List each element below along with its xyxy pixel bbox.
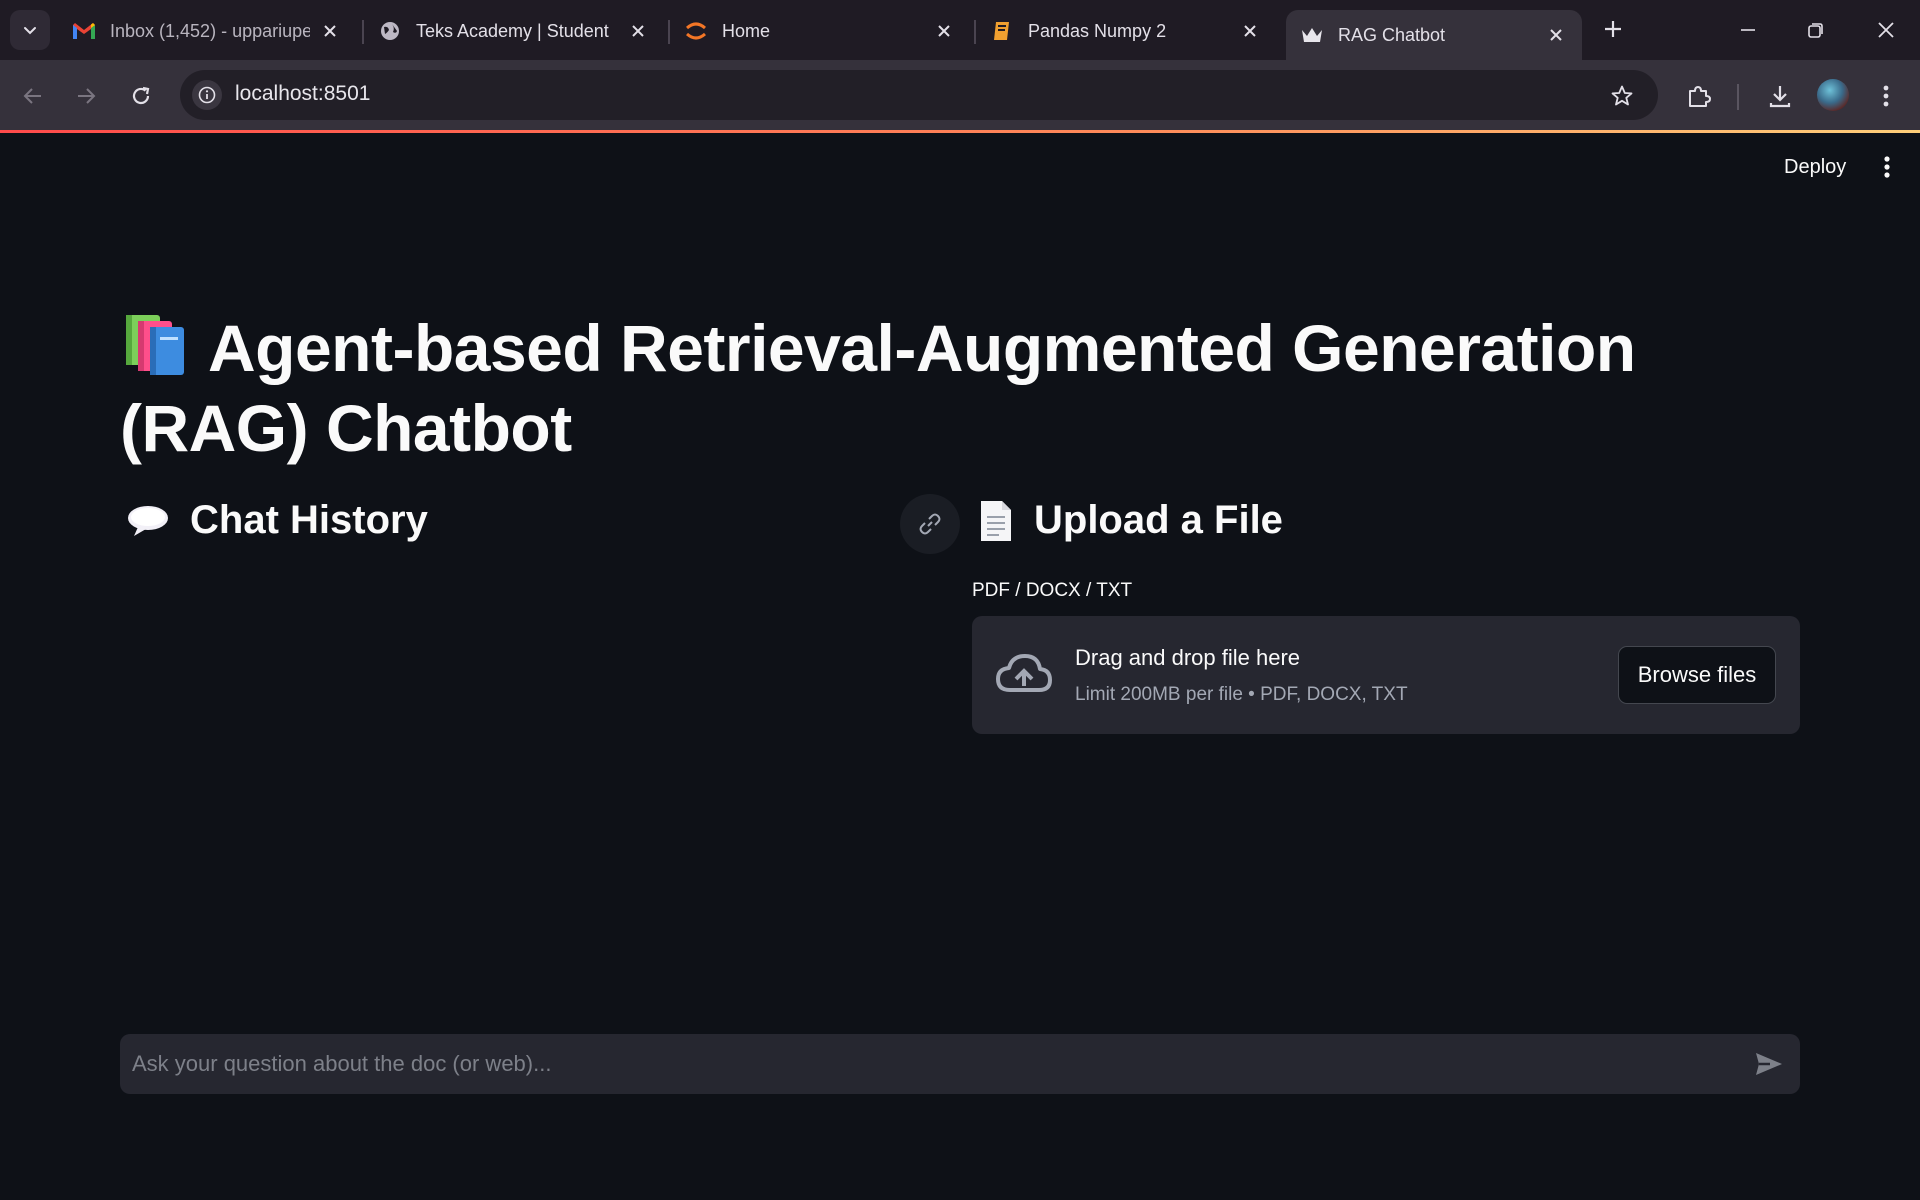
arrow-left-icon xyxy=(23,88,41,104)
restore-icon xyxy=(1808,23,1823,38)
dropzone-limit-text: Limit 200MB per file • PDF, DOCX, TXT xyxy=(1075,684,1408,705)
download-icon[interactable] xyxy=(1760,76,1800,116)
close-icon[interactable] xyxy=(1238,19,1262,43)
books-icon xyxy=(120,313,190,377)
close-icon[interactable] xyxy=(626,19,650,43)
tab-title: Inbox (1,452) - uppariupe xyxy=(110,20,310,41)
close-icon[interactable] xyxy=(318,19,342,43)
tab-gmail[interactable]: Inbox (1,452) - uppariupe xyxy=(58,10,356,52)
close-window-button[interactable] xyxy=(1866,14,1906,46)
close-icon[interactable] xyxy=(932,19,956,43)
plus-icon xyxy=(1605,21,1621,37)
upload-heading-text: Upload a File xyxy=(1034,498,1283,542)
cloud-upload-icon xyxy=(994,648,1054,702)
gmail-icon xyxy=(72,19,96,43)
chat-input-container xyxy=(120,1034,1800,1094)
browse-files-button[interactable]: Browse files xyxy=(1618,646,1776,704)
tab-teks-academy[interactable]: Teks Academy | Student xyxy=(364,10,664,52)
tab-pandas-numpy[interactable]: Pandas Numpy 2 xyxy=(976,10,1276,52)
minimize-button[interactable] xyxy=(1728,14,1768,46)
send-button[interactable] xyxy=(1752,1047,1786,1081)
tab-title: Teks Academy | Student xyxy=(416,20,609,41)
upload-heading: Upload a File xyxy=(978,498,1283,543)
chevron-down-icon xyxy=(24,27,36,35)
page-title: Agent-based Retrieval-Augmented Generati… xyxy=(120,308,1820,468)
bookmark-star-icon[interactable] xyxy=(1606,80,1638,112)
new-tab-button[interactable] xyxy=(1598,14,1628,44)
profile-avatar[interactable] xyxy=(1817,79,1849,111)
document-icon xyxy=(978,499,1014,543)
site-info-icon[interactable] xyxy=(192,80,222,110)
tab-title: Pandas Numpy 2 xyxy=(1028,20,1167,41)
extensions-icon[interactable] xyxy=(1679,76,1719,116)
book-icon xyxy=(990,19,1014,43)
address-bar[interactable] xyxy=(180,70,1658,120)
send-icon xyxy=(1756,1053,1782,1075)
browser-tab-strip: Inbox (1,452) - uppariupe Teks Academy |… xyxy=(0,0,1920,60)
dropzone-instructions: Drag and drop file here xyxy=(1075,645,1301,670)
streamlit-crown-icon xyxy=(1300,23,1324,47)
reload-button[interactable] xyxy=(121,76,161,116)
tab-rag-chatbot[interactable]: RAG Chatbot xyxy=(1286,10,1582,60)
arrow-right-icon xyxy=(78,88,96,104)
globe-icon xyxy=(378,19,402,43)
restore-button[interactable] xyxy=(1796,14,1836,46)
url-text[interactable]: localhost:8501 xyxy=(235,82,370,106)
back-button[interactable] xyxy=(13,76,53,116)
tab-title: RAG Chatbot xyxy=(1338,24,1446,45)
tab-jupyter-home[interactable]: Home xyxy=(670,10,970,52)
close-icon[interactable] xyxy=(1544,23,1568,47)
file-uploader-label: PDF / DOCX / TXT xyxy=(972,580,1133,601)
close-icon xyxy=(1878,22,1894,38)
deploy-button[interactable]: Deploy xyxy=(1772,150,1858,184)
toolbar-divider xyxy=(1737,84,1739,110)
link-icon[interactable] xyxy=(900,494,960,554)
chat-history-heading: Chat History xyxy=(126,498,428,543)
page-title-text: Agent-based Retrieval-Augmented Generati… xyxy=(120,311,1636,465)
tab-search-button[interactable] xyxy=(10,10,50,50)
chat-history-heading-text: Chat History xyxy=(190,498,428,542)
streamlit-header-decoration xyxy=(0,130,1920,133)
main-menu-icon[interactable] xyxy=(1870,150,1904,184)
speech-balloon-icon xyxy=(126,503,170,539)
reload-icon xyxy=(132,86,150,105)
minimize-icon xyxy=(1741,29,1755,31)
jupyter-icon xyxy=(684,19,708,43)
forward-button[interactable] xyxy=(66,76,106,116)
chat-input[interactable] xyxy=(132,1034,1732,1094)
browser-menu-icon[interactable] xyxy=(1866,76,1906,116)
tab-title: Home xyxy=(722,20,771,41)
